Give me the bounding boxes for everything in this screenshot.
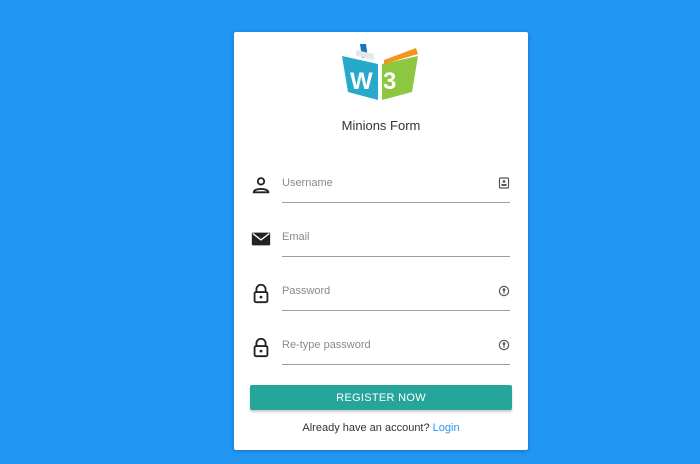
login-prompt-text: Already have an account? <box>302 422 430 434</box>
svg-text:3: 3 <box>383 68 396 95</box>
key-icon[interactable] <box>498 339 510 351</box>
person-icon <box>252 177 270 194</box>
register-card: W 3 Minions Form Username Email REGISTER… <box>234 32 528 450</box>
login-link[interactable]: Login <box>433 422 460 434</box>
w3-logo: W 3 <box>342 44 418 100</box>
key-icon[interactable] <box>498 285 510 297</box>
login-prompt: Already have an account? Login <box>234 422 528 434</box>
svg-text:W: W <box>350 68 373 95</box>
password-field <box>248 274 512 314</box>
email-field <box>248 220 512 260</box>
retype-password-input[interactable] <box>282 334 492 356</box>
username-input-wrap <box>282 166 510 203</box>
mail-icon <box>251 232 271 246</box>
form-title: Minions Form <box>341 118 421 133</box>
username-input[interactable] <box>282 172 492 194</box>
email-input-wrap <box>282 220 510 257</box>
contact-card-icon[interactable] <box>498 177 510 189</box>
retype-password-field <box>248 328 512 368</box>
register-button[interactable]: REGISTER NOW <box>250 385 512 410</box>
username-field <box>248 166 512 206</box>
lock-icon <box>253 337 269 358</box>
password-input[interactable] <box>282 280 492 302</box>
lock-icon <box>253 283 269 304</box>
retype-password-input-wrap <box>282 328 510 365</box>
password-input-wrap <box>282 274 510 311</box>
email-input[interactable] <box>282 226 492 248</box>
